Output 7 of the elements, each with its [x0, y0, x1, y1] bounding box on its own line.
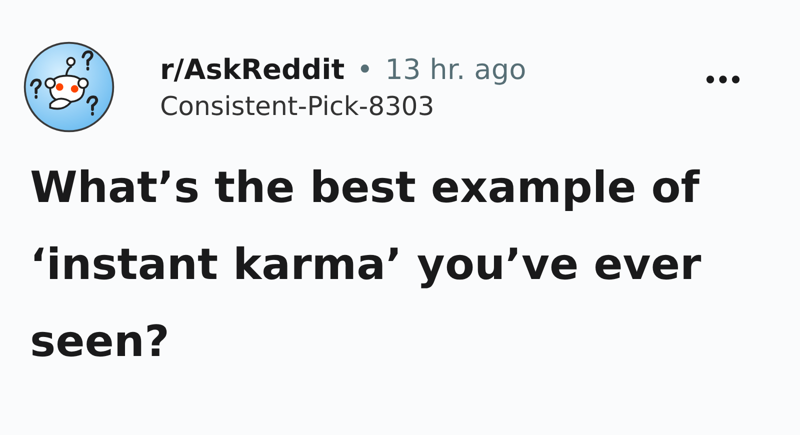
avatar-icon	[22, 40, 116, 134]
separator-dot: •	[356, 52, 374, 86]
more-options-icon[interactable]	[706, 74, 740, 84]
post-time: 13 hr. ago	[385, 52, 526, 86]
author-name[interactable]: Consistent-Pick-8303	[160, 92, 434, 122]
post-title: What’s the best example of ‘instant karma’ you’ve ever seen?	[30, 162, 702, 369]
subreddit-link[interactable]: r/AskReddit	[160, 52, 345, 86]
